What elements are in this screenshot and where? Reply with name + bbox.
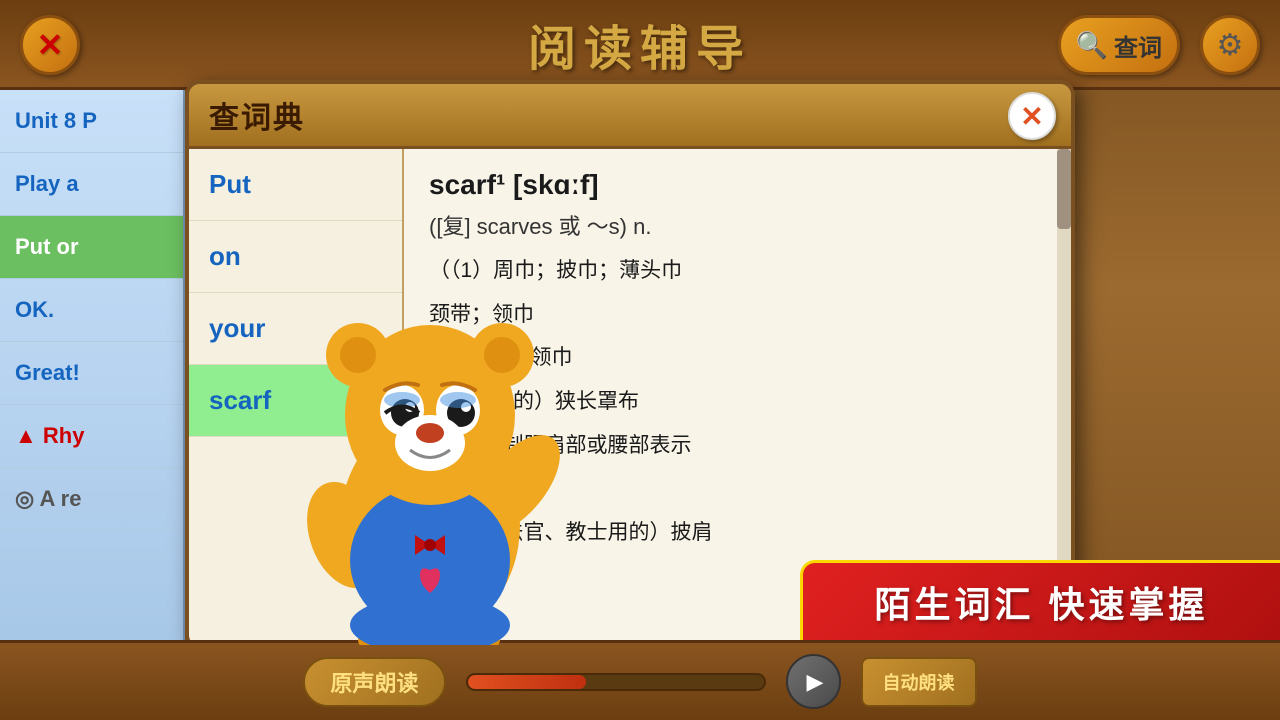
main-background: ✕ 阅读辅导 🔍 查词 ⚙ Unit 8 P Play a Put or OK.… [0, 0, 1280, 720]
promo-banner: 陌生词汇 快速掌握 [800, 560, 1280, 640]
sidebar-item-puton[interactable]: Put or [0, 216, 183, 279]
search-word-button[interactable]: 🔍 查词 [1058, 15, 1180, 75]
play-icon: ▶ [807, 669, 824, 695]
scrollbar-thumb [1057, 149, 1071, 229]
auto-label: 自动朗读 [883, 669, 955, 695]
bottom-bar: 原声朗读 ▶ 自动朗读 [0, 640, 1280, 720]
sidebar-item-rhyme[interactable]: ▲ Rhy [0, 405, 183, 468]
settings-icon: ⚙ [1217, 28, 1244, 63]
play-button[interactable]: ▶ [786, 654, 841, 709]
sidebar-item-are[interactable]: ◎ A re [0, 468, 183, 531]
word-item-put[interactable]: Put [189, 149, 402, 221]
search-icon: 🔍 [1076, 30, 1108, 61]
word-label: Put [209, 169, 251, 199]
progress-bar-fill [468, 675, 586, 689]
sidebar-item-play[interactable]: Play a [0, 153, 183, 216]
sidebar-item-label: ◎ A re [15, 486, 81, 511]
app-title: 阅读辅导 [528, 9, 752, 79]
sidebar-item-ok[interactable]: OK. [0, 279, 183, 342]
sidebar-item-label: ▲ Rhy [15, 423, 84, 448]
app-close-button[interactable]: ✕ [20, 15, 80, 75]
progress-bar-container [466, 673, 766, 691]
dict-close-icon: ✕ [1020, 100, 1043, 133]
sidebar-item-unit[interactable]: Unit 8 P [0, 90, 183, 153]
promo-text: 陌生词汇 快速掌握 [874, 576, 1208, 628]
sidebar-item-label: Great! [15, 360, 80, 385]
word-label: on [209, 241, 241, 271]
word-label: scarf [209, 385, 271, 415]
definition-plural: ([复] scarves 或 ～s) n. [429, 209, 1046, 241]
search-button-label: 查词 [1114, 28, 1162, 63]
sidebar-item-label: Unit 8 P [15, 108, 97, 133]
audio-button[interactable]: 原声朗读 [303, 657, 445, 707]
audio-label: 原声朗读 [330, 666, 418, 698]
sidebar-item-great[interactable]: Great! [0, 342, 183, 405]
sidebar: Unit 8 P Play a Put or OK. Great! ▲ Rhy … [0, 90, 185, 640]
settings-button[interactable]: ⚙ [1200, 15, 1260, 75]
sidebar-item-label: OK. [15, 297, 54, 322]
dict-close-button[interactable]: ✕ [1008, 92, 1056, 140]
auto-button[interactable]: 自动朗读 [861, 657, 977, 707]
close-icon: ✕ [37, 26, 64, 64]
dict-title: 查词典 [209, 93, 305, 137]
top-bar: ✕ 阅读辅导 🔍 查词 ⚙ [0, 0, 1280, 90]
bear-character [290, 265, 570, 645]
definition-word: scarf¹ [skɑːf] [429, 169, 1046, 201]
sidebar-item-label: Put or [15, 234, 79, 259]
dict-header: 查词典 ✕ [189, 84, 1071, 149]
sidebar-item-label: Play a [15, 171, 79, 196]
word-label: your [209, 313, 265, 343]
bear-svg [290, 265, 570, 645]
